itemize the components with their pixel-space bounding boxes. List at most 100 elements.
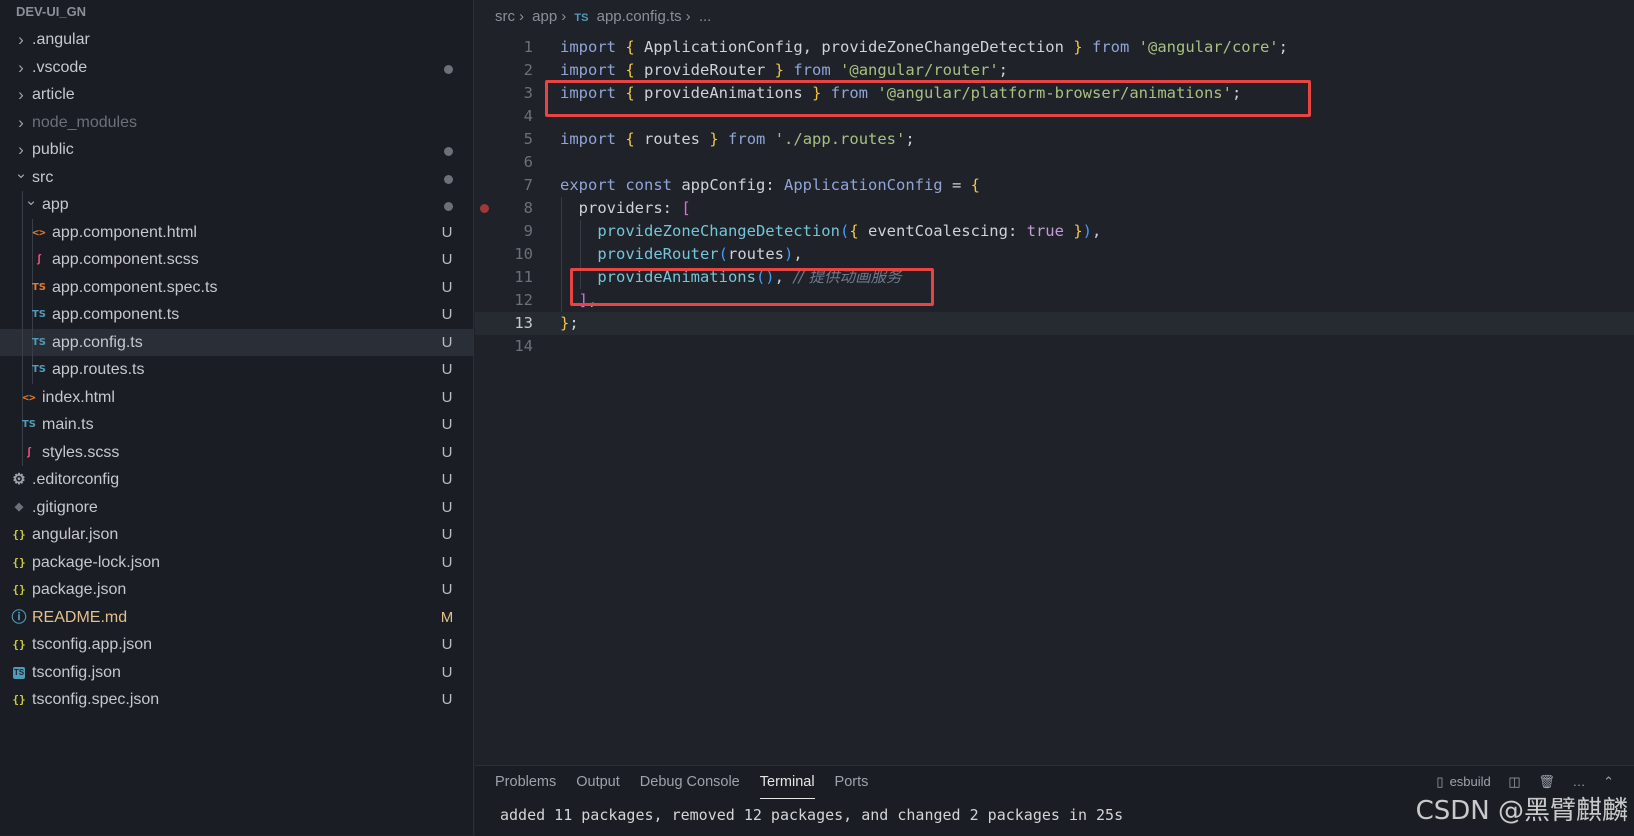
code-token: , bbox=[793, 245, 803, 263]
highlight-box-import bbox=[545, 80, 1311, 117]
file-item[interactable]: <> index.html U bbox=[0, 383, 473, 411]
file-item[interactable]: TS app.routes.ts U bbox=[0, 356, 473, 384]
code-token: provideRouter bbox=[634, 61, 775, 79]
indent-guide bbox=[22, 356, 23, 384]
tab-ports[interactable]: Ports bbox=[835, 766, 869, 798]
code-token: ApplicationConfig bbox=[784, 176, 943, 194]
chevron-down-icon[interactable]: ⌄ bbox=[14, 160, 28, 188]
code-token: } bbox=[1073, 222, 1083, 240]
file-item[interactable]: ʃ styles.scss U bbox=[0, 438, 473, 466]
code-token: routes bbox=[634, 130, 710, 148]
tab-output[interactable]: Output bbox=[576, 766, 620, 798]
breadcrumb: src › app › TS app.config.ts › ... bbox=[495, 0, 715, 34]
terminal-name[interactable]: esbuild bbox=[1450, 774, 1491, 789]
git-status-badge: U bbox=[441, 361, 453, 378]
chevron-right-icon[interactable]: › bbox=[14, 26, 28, 54]
file-item[interactable]: ◆ .gitignore U bbox=[0, 494, 473, 522]
code-text: import { routes } from './app.routes'; bbox=[560, 128, 915, 151]
tree-item-label: article bbox=[32, 86, 75, 103]
code-editor[interactable]: src › app › TS app.config.ts › ... 1 import … bbox=[475, 0, 1634, 765]
folder-item[interactable]: ⌄ app bbox=[0, 191, 473, 219]
file-item[interactable]: TS tsconfig.json U bbox=[0, 659, 473, 687]
line-number: 1 bbox=[523, 38, 533, 56]
file-item[interactable]: {} tsconfig.spec.json U bbox=[0, 686, 473, 714]
watermark: CSDN @黑臂麒麟 bbox=[1415, 796, 1628, 826]
code-line[interactable]: 8 providers: [ bbox=[475, 197, 1634, 220]
code-token: appConfig: bbox=[672, 176, 784, 194]
chevron-right-icon[interactable]: › bbox=[14, 54, 28, 82]
folder-item[interactable]: › .angular bbox=[0, 26, 473, 54]
code-line[interactable]: 9 provideZoneChangeDetection({ eventCoal… bbox=[475, 220, 1634, 243]
tab-terminal[interactable]: Terminal bbox=[759, 766, 815, 799]
json-file-icon: {} bbox=[12, 693, 26, 706]
tree-item-label: app.component.html bbox=[52, 223, 197, 241]
file-item[interactable]: TS app.component.ts U bbox=[0, 301, 473, 329]
code-line[interactable]: 2 import { provideRouter } from '@angular… bbox=[475, 59, 1634, 82]
file-item[interactable]: {} package-lock.json U bbox=[0, 549, 473, 577]
code-line[interactable]: 5 import { routes } from './app.routes'; bbox=[475, 128, 1634, 151]
trash-icon[interactable]: 🗑 bbox=[1538, 774, 1555, 789]
file-item[interactable]: TS main.ts U bbox=[0, 411, 473, 439]
folder-item[interactable]: › .vscode bbox=[0, 54, 473, 82]
tab-debug-console[interactable]: Debug Console bbox=[640, 766, 740, 798]
git-status-badge: U bbox=[441, 526, 453, 543]
chevron-right-icon[interactable]: › bbox=[14, 81, 28, 109]
file-item[interactable]: TS app.config.ts U bbox=[0, 328, 473, 356]
tab-problems[interactable]: Problems bbox=[495, 766, 556, 798]
explorer-root-title[interactable]: DEV-UI_GN bbox=[0, 0, 473, 26]
highlight-box-provide-animations bbox=[570, 268, 934, 306]
code-token: from bbox=[728, 130, 766, 148]
more-icon[interactable]: … bbox=[1572, 774, 1585, 789]
split-terminal-icon[interactable]: ◫ bbox=[1508, 774, 1520, 789]
folder-item[interactable]: ⌄ src bbox=[0, 164, 473, 192]
code-token: from bbox=[1091, 38, 1130, 56]
breadcrumb-app[interactable]: app bbox=[532, 8, 557, 25]
git-status-badge: U bbox=[441, 663, 453, 681]
code-text: }; bbox=[560, 312, 579, 335]
file-item[interactable]: {} package.json U bbox=[0, 576, 473, 604]
file-item[interactable]: ʃ app.component.scss U bbox=[0, 246, 473, 274]
code-token: ( bbox=[839, 222, 850, 240]
tree-item-label: .editorconfig bbox=[32, 471, 120, 488]
breadcrumb-file[interactable]: app.config.ts bbox=[597, 8, 682, 25]
code-line[interactable]: 13}; bbox=[475, 312, 1634, 335]
chevron-right-icon[interactable]: › bbox=[14, 109, 28, 137]
code-line[interactable]: 1 import { ApplicationConfig, provideZone… bbox=[475, 36, 1634, 59]
code-line[interactable]: 6 bbox=[475, 151, 1634, 174]
file-item[interactable]: ⚙ .editorconfig U bbox=[0, 466, 473, 494]
json-file-icon: {} bbox=[12, 555, 26, 569]
folder-item[interactable]: › node_modules bbox=[0, 109, 473, 137]
typescript-file-icon: TS bbox=[21, 419, 37, 430]
json-file-icon: {} bbox=[12, 638, 26, 651]
file-item[interactable]: ⓘ README.md M bbox=[0, 604, 473, 632]
code-token: ( bbox=[718, 245, 728, 263]
code-line[interactable]: 7 export const appConfig: ApplicationConf… bbox=[475, 174, 1634, 197]
file-item[interactable]: {} angular.json U bbox=[0, 521, 473, 549]
code-token: import bbox=[560, 38, 616, 56]
breadcrumb-src[interactable]: src bbox=[495, 8, 515, 25]
code-token: provideZoneChangeDetection bbox=[597, 222, 840, 240]
file-item[interactable]: {} tsconfig.app.json U bbox=[0, 631, 473, 659]
tree-item-label: public bbox=[32, 141, 74, 158]
git-status-badge: U bbox=[441, 333, 453, 351]
code-token: routes bbox=[728, 245, 784, 263]
code-line[interactable]: 10 provideRouter(routes), bbox=[475, 243, 1634, 266]
chevron-up-icon[interactable]: ⌃ bbox=[1603, 774, 1614, 789]
code-token: { bbox=[625, 38, 635, 56]
tree-item-label: app.component.spec.ts bbox=[52, 278, 218, 296]
terminal-icon[interactable]: ▯ bbox=[1436, 774, 1443, 789]
file-item[interactable]: <> app.component.html U bbox=[0, 218, 473, 246]
folder-item[interactable]: › article bbox=[0, 81, 473, 109]
code-line[interactable]: 14 bbox=[475, 335, 1634, 358]
file-item[interactable]: TS app.component.spec.ts U bbox=[0, 273, 473, 301]
terminal-output[interactable]: added 11 packages, removed 12 packages, … bbox=[500, 806, 1123, 824]
code-text: export const appConfig: ApplicationConfi… bbox=[560, 174, 980, 197]
chevron-down-icon[interactable]: ⌄ bbox=[24, 187, 38, 215]
folder-item[interactable]: › public bbox=[0, 136, 473, 164]
breadcrumb-trail[interactable]: ... bbox=[699, 8, 712, 25]
chevron-right-icon: › bbox=[685, 8, 691, 25]
tree-item-label: tsconfig.json bbox=[32, 663, 121, 681]
